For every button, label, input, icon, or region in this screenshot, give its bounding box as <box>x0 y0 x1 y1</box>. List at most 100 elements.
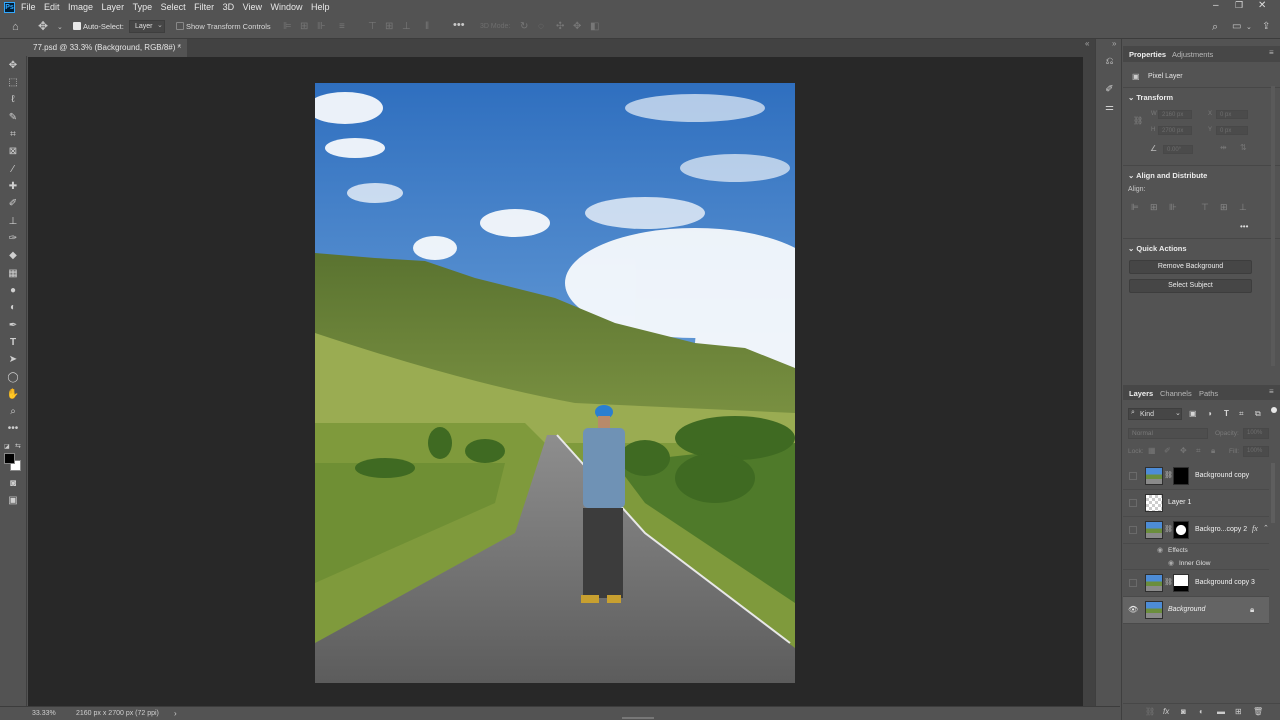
fx-icon[interactable]: fx <box>1252 524 1258 533</box>
ellipse-tool-icon[interactable]: ◯ <box>6 371 20 385</box>
visibility-toggle[interactable] <box>1129 472 1137 480</box>
status-menu-arrow-icon[interactable]: › <box>174 709 177 718</box>
document-image[interactable] <box>315 83 795 683</box>
collapse-panels-icon[interactable]: « <box>1085 39 1089 48</box>
add-mask-icon[interactable]: ◙ <box>1181 707 1186 716</box>
3d-drag-icon[interactable]: ✣ <box>556 21 564 32</box>
new-adjustment-layer-icon[interactable]: ◐ <box>1199 707 1204 716</box>
layer-mask-thumbnail[interactable] <box>1173 467 1189 485</box>
layer-row[interactable]: ⛓ Background copy 3 <box>1123 570 1269 597</box>
expand-panels-icon[interactable]: » <box>1112 39 1116 48</box>
filter-adjustment-icon[interactable]: ◑ <box>1207 409 1212 418</box>
tab-properties[interactable]: Properties <box>1129 50 1166 59</box>
layer-row-selected[interactable]: 👁︎ Background 🔒︎ <box>1123 597 1269 624</box>
menu-filter[interactable]: Filter <box>194 2 214 12</box>
filter-shape-icon[interactable]: ⌗ <box>1239 409 1244 419</box>
tab-layers[interactable]: Layers <box>1129 389 1153 398</box>
y-position-field[interactable]: 0 px <box>1216 126 1248 135</box>
inner-glow-visibility-icon[interactable]: ◉ <box>1168 559 1174 567</box>
auto-select-dropdown[interactable]: Layer ⌄ <box>129 20 165 33</box>
align-bottom-icon[interactable]: ⊥ <box>1239 202 1247 213</box>
workspace-icon[interactable]: ▭ <box>1232 21 1241 32</box>
filter-kind-dropdown[interactable]: ⌕ Kind ⌄ <box>1128 408 1182 420</box>
height-field[interactable]: 2700 px <box>1158 126 1192 135</box>
menu-view[interactable]: View <box>243 2 262 12</box>
default-colors-icon[interactable]: ◪ <box>4 443 10 450</box>
add-layer-style-icon[interactable]: fx <box>1163 707 1169 716</box>
align-top-edges-icon[interactable]: ⊤ <box>368 21 377 32</box>
panel-menu-icon[interactable]: ≡ <box>1269 48 1274 57</box>
layer-mask-thumbnail[interactable] <box>1173 574 1189 592</box>
align-left-edges-icon[interactable]: ⊫ <box>283 21 292 32</box>
x-position-field[interactable]: 0 px <box>1216 110 1248 119</box>
3d-scale-icon[interactable]: ◧ <box>590 21 599 32</box>
menu-select[interactable]: Select <box>161 2 186 12</box>
tool-preset-chevron-icon[interactable]: ⌄ <box>57 23 63 31</box>
visibility-eye-icon[interactable]: 👁︎ <box>1128 605 1138 614</box>
share-icon[interactable]: ⇪ <box>1262 21 1270 32</box>
distribute-vertical-icon[interactable]: ≡ <box>339 21 345 32</box>
more-align-options-icon[interactable]: ••• <box>1240 222 1248 231</box>
3d-orbit-icon[interactable]: ↻ <box>520 21 528 32</box>
more-options-icon[interactable]: ••• <box>453 19 465 31</box>
flip-horizontal-icon[interactable]: ⇹ <box>1220 143 1227 152</box>
swap-colors-icon[interactable]: ⇆ <box>15 442 21 450</box>
transform-section-header[interactable]: ⌄ Transform <box>1128 93 1173 102</box>
menu-file[interactable]: File <box>21 2 36 12</box>
blur-tool-icon[interactable]: ● <box>6 284 20 298</box>
align-section-header[interactable]: ⌄ Align and Distribute <box>1128 171 1207 180</box>
restore-icon[interactable]: ❐ <box>1235 0 1243 11</box>
visibility-toggle[interactable] <box>1129 526 1137 534</box>
visibility-toggle[interactable] <box>1129 579 1137 587</box>
layer-row[interactable]: Layer 1 <box>1123 490 1269 517</box>
select-subject-button[interactable]: Select Subject <box>1129 279 1252 293</box>
align-bottom-edges-icon[interactable]: ⊥ <box>402 21 411 32</box>
width-field[interactable]: 2160 px <box>1158 110 1192 119</box>
align-top-icon[interactable]: ⊤ <box>1201 202 1209 213</box>
align-horizontal-centers-icon[interactable]: ⊞ <box>300 21 308 32</box>
lock-icon[interactable]: 🔒︎ <box>1250 605 1254 615</box>
properties-scrollbar[interactable] <box>1271 86 1275 366</box>
canvas-area[interactable] <box>28 57 1083 706</box>
opacity-field[interactable]: 100% <box>1243 428 1269 439</box>
menu-3d[interactable]: 3D <box>223 2 235 12</box>
dodge-tool-icon[interactable]: ◐ <box>6 301 20 315</box>
distribute-horizontal-icon[interactable]: ‖ <box>425 21 429 32</box>
layers-menu-icon[interactable]: ≡ <box>1269 387 1274 396</box>
align-vertical-centers-icon[interactable]: ⊞ <box>385 21 393 32</box>
layer-mask-thumbnail[interactable] <box>1173 521 1189 539</box>
layers-scrollbar[interactable] <box>1271 463 1275 523</box>
layer-row[interactable]: ⛓ Background copy <box>1123 463 1269 490</box>
angle-field[interactable]: 0.00° <box>1163 145 1193 154</box>
close-window-icon[interactable]: ✕ <box>1258 0 1266 11</box>
tab-channels[interactable]: Channels <box>1160 389 1192 398</box>
crop-tool-icon[interactable]: ⌗ <box>6 128 20 142</box>
search-icon[interactable]: ⌕ <box>1212 21 1218 34</box>
delete-layer-icon[interactable]: 🗑︎ <box>1253 707 1263 716</box>
path-select-tool-icon[interactable]: ➤ <box>6 353 20 367</box>
align-right-icon[interactable]: ⊪ <box>1169 202 1177 213</box>
lock-image-icon[interactable]: ✐ <box>1164 446 1171 455</box>
3d-slide-icon[interactable]: ✥ <box>573 21 581 32</box>
history-brush-icon[interactable]: ✑ <box>6 232 20 246</box>
tab-adjustments[interactable]: Adjustments <box>1172 50 1213 59</box>
menu-help[interactable]: Help <box>311 2 330 12</box>
visibility-toggle[interactable] <box>1129 499 1137 507</box>
history-panel-icon[interactable]: ⎌ <box>1103 56 1116 67</box>
brush-settings-icon[interactable]: ✐ <box>1103 84 1116 95</box>
link-dimensions-icon[interactable]: ⛓ <box>1133 116 1143 125</box>
collapse-effects-icon[interactable]: ⌃ <box>1263 524 1269 532</box>
frame-tool-icon[interactable]: ⊠ <box>6 145 20 159</box>
clone-stamp-icon[interactable]: ⊥ <box>6 215 20 229</box>
show-transform-checkbox[interactable] <box>176 22 184 30</box>
minimize-icon[interactable]: – <box>1213 0 1219 11</box>
3d-roll-icon[interactable]: ◌ <box>538 21 544 32</box>
marquee-tool-icon[interactable]: ⬚ <box>6 76 20 90</box>
filter-smart-object-icon[interactable]: ⧉ <box>1255 409 1261 419</box>
screen-mode-icon[interactable]: ▣ <box>6 494 20 508</box>
zoom-tool-icon[interactable]: ⌕ <box>6 405 20 419</box>
eraser-tool-icon[interactable]: ◆ <box>6 249 20 263</box>
eyedropper-tool-icon[interactable]: ⁄ <box>6 163 20 177</box>
scroll-handle[interactable] <box>622 717 654 719</box>
home-icon[interactable]: ⌂ <box>12 21 19 33</box>
